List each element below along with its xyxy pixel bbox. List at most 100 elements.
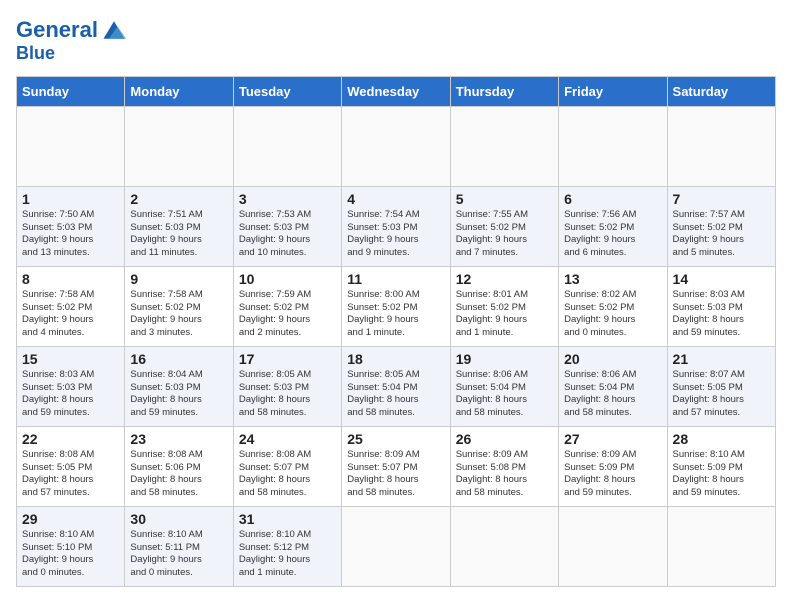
day-number: 15 [22, 351, 119, 367]
day-header-friday: Friday [559, 76, 667, 106]
calendar-cell: 29 Sunrise: 8:10 AM Sunset: 5:10 PM Dayli… [17, 506, 125, 586]
day-number: 1 [22, 191, 119, 207]
cell-content: Sunrise: 8:10 AM Sunset: 5:10 PM Dayligh… [22, 529, 119, 580]
page-header: General Blue [16, 16, 776, 64]
calendar-cell [667, 106, 775, 186]
day-number: 10 [239, 271, 336, 287]
day-number: 27 [564, 431, 661, 447]
day-number: 14 [673, 271, 770, 287]
cell-content: Sunrise: 8:03 AM Sunset: 5:03 PM Dayligh… [22, 369, 119, 420]
calendar-cell: 2Sunrise: 7:51 AM Sunset: 5:03 PM Daylig… [125, 186, 233, 266]
day-number: 29 [22, 511, 119, 527]
calendar-cell: 31Sunrise: 8:10 AM Sunset: 5:12 PM Dayli… [233, 506, 341, 586]
calendar-week-row: 8 Sunrise: 7:58 AM Sunset: 5:02 PM Daylig… [17, 266, 776, 346]
day-header-wednesday: Wednesday [342, 76, 450, 106]
day-number: 12 [456, 271, 553, 287]
calendar-cell: 8 Sunrise: 7:58 AM Sunset: 5:02 PM Daylig… [17, 266, 125, 346]
calendar-week-row: 1Sunrise: 7:50 AM Sunset: 5:03 PM Daylig… [17, 186, 776, 266]
calendar-cell: 13Sunrise: 8:02 AM Sunset: 5:02 PM Dayli… [559, 266, 667, 346]
cell-content: Sunrise: 7:54 AM Sunset: 5:03 PM Dayligh… [347, 209, 444, 260]
calendar-cell [667, 506, 775, 586]
day-number: 25 [347, 431, 444, 447]
day-number: 28 [673, 431, 770, 447]
calendar-cell: 19 Sunrise: 8:06 AM Sunset: 5:04 PM Dayli… [450, 346, 558, 426]
cell-content: Sunrise: 7:58 AM Sunset: 5:02 PM Dayligh… [22, 289, 119, 340]
calendar-table: SundayMondayTuesdayWednesdayThursdayFrid… [16, 76, 776, 587]
calendar-cell: 11 Sunrise: 8:00 AM Sunset: 5:02 PM Dayli… [342, 266, 450, 346]
calendar-cell: 14 Sunrise: 8:03 AM Sunset: 5:03 PM Dayli… [667, 266, 775, 346]
day-number: 9 [130, 271, 227, 287]
day-number: 17 [239, 351, 336, 367]
calendar-cell [559, 106, 667, 186]
cell-content: Sunrise: 8:06 AM Sunset: 5:04 PM Dayligh… [456, 369, 553, 420]
calendar-cell: 18Sunrise: 8:05 AM Sunset: 5:04 PM Dayli… [342, 346, 450, 426]
cell-content: Sunrise: 8:06 AM Sunset: 5:04 PM Dayligh… [564, 369, 661, 420]
cell-content: Sunrise: 7:51 AM Sunset: 5:03 PM Dayligh… [130, 209, 227, 260]
calendar-cell: 10 Sunrise: 7:59 AM Sunset: 5:02 PM Dayli… [233, 266, 341, 346]
logo-text: General [16, 18, 98, 42]
calendar-week-row: 29 Sunrise: 8:10 AM Sunset: 5:10 PM Dayli… [17, 506, 776, 586]
day-number: 18 [347, 351, 444, 367]
calendar-cell: 23 Sunrise: 8:08 AM Sunset: 5:06 PM Dayli… [125, 426, 233, 506]
calendar-cell: 28 Sunrise: 8:10 AM Sunset: 5:09 PM Dayli… [667, 426, 775, 506]
cell-content: Sunrise: 8:03 AM Sunset: 5:03 PM Dayligh… [673, 289, 770, 340]
calendar-cell: 25 Sunrise: 8:09 AM Sunset: 5:07 PM Dayli… [342, 426, 450, 506]
calendar-cell: 30Sunrise: 8:10 AM Sunset: 5:11 PM Dayli… [125, 506, 233, 586]
calendar-cell: 15 Sunrise: 8:03 AM Sunset: 5:03 PM Dayli… [17, 346, 125, 426]
day-number: 8 [22, 271, 119, 287]
calendar-cell: 6Sunrise: 7:56 AM Sunset: 5:02 PM Daylig… [559, 186, 667, 266]
day-number: 23 [130, 431, 227, 447]
cell-content: Sunrise: 8:07 AM Sunset: 5:05 PM Dayligh… [673, 369, 770, 420]
day-number: 6 [564, 191, 661, 207]
cell-content: Sunrise: 8:08 AM Sunset: 5:05 PM Dayligh… [22, 449, 119, 500]
calendar-cell: 27 Sunrise: 8:09 AM Sunset: 5:09 PM Dayli… [559, 426, 667, 506]
cell-content: Sunrise: 7:53 AM Sunset: 5:03 PM Dayligh… [239, 209, 336, 260]
calendar-cell [559, 506, 667, 586]
calendar-cell: 22Sunrise: 8:08 AM Sunset: 5:05 PM Dayli… [17, 426, 125, 506]
calendar-cell: 4Sunrise: 7:54 AM Sunset: 5:03 PM Daylig… [342, 186, 450, 266]
cell-content: Sunrise: 7:59 AM Sunset: 5:02 PM Dayligh… [239, 289, 336, 340]
cell-content: Sunrise: 8:08 AM Sunset: 5:06 PM Dayligh… [130, 449, 227, 500]
cell-content: Sunrise: 8:02 AM Sunset: 5:02 PM Dayligh… [564, 289, 661, 340]
calendar-cell [342, 106, 450, 186]
day-number: 19 [456, 351, 553, 367]
cell-content: Sunrise: 7:57 AM Sunset: 5:02 PM Dayligh… [673, 209, 770, 260]
day-number: 7 [673, 191, 770, 207]
calendar-cell: 5Sunrise: 7:55 AM Sunset: 5:02 PM Daylig… [450, 186, 558, 266]
cell-content: Sunrise: 8:05 AM Sunset: 5:03 PM Dayligh… [239, 369, 336, 420]
cell-content: Sunrise: 8:10 AM Sunset: 5:09 PM Dayligh… [673, 449, 770, 500]
calendar-cell: 24Sunrise: 8:08 AM Sunset: 5:07 PM Dayli… [233, 426, 341, 506]
day-headers-row: SundayMondayTuesdayWednesdayThursdayFrid… [17, 76, 776, 106]
calendar-week-row [17, 106, 776, 186]
calendar-cell: 9Sunrise: 7:58 AM Sunset: 5:02 PM Daylig… [125, 266, 233, 346]
cell-content: Sunrise: 8:01 AM Sunset: 5:02 PM Dayligh… [456, 289, 553, 340]
calendar-cell: 26Sunrise: 8:09 AM Sunset: 5:08 PM Dayli… [450, 426, 558, 506]
day-number: 16 [130, 351, 227, 367]
day-number: 11 [347, 271, 444, 287]
day-header-saturday: Saturday [667, 76, 775, 106]
calendar-cell [450, 106, 558, 186]
cell-content: Sunrise: 8:08 AM Sunset: 5:07 PM Dayligh… [239, 449, 336, 500]
calendar-cell: 16 Sunrise: 8:04 AM Sunset: 5:03 PM Dayli… [125, 346, 233, 426]
logo-text-blue: Blue [16, 44, 128, 64]
cell-content: Sunrise: 8:09 AM Sunset: 5:07 PM Dayligh… [347, 449, 444, 500]
cell-content: Sunrise: 8:00 AM Sunset: 5:02 PM Dayligh… [347, 289, 444, 340]
calendar-cell: 21Sunrise: 8:07 AM Sunset: 5:05 PM Dayli… [667, 346, 775, 426]
calendar-cell: 1Sunrise: 7:50 AM Sunset: 5:03 PM Daylig… [17, 186, 125, 266]
calendar-cell: 7 Sunrise: 7:57 AM Sunset: 5:02 PM Daylig… [667, 186, 775, 266]
day-header-thursday: Thursday [450, 76, 558, 106]
logo: General Blue [16, 16, 128, 64]
calendar-cell [125, 106, 233, 186]
calendar-cell: 12 Sunrise: 8:01 AM Sunset: 5:02 PM Dayli… [450, 266, 558, 346]
calendar-week-row: 15 Sunrise: 8:03 AM Sunset: 5:03 PM Dayli… [17, 346, 776, 426]
day-number: 5 [456, 191, 553, 207]
cell-content: Sunrise: 8:04 AM Sunset: 5:03 PM Dayligh… [130, 369, 227, 420]
cell-content: Sunrise: 8:10 AM Sunset: 5:11 PM Dayligh… [130, 529, 227, 580]
day-header-tuesday: Tuesday [233, 76, 341, 106]
day-header-monday: Monday [125, 76, 233, 106]
day-number: 26 [456, 431, 553, 447]
cell-content: Sunrise: 8:09 AM Sunset: 5:09 PM Dayligh… [564, 449, 661, 500]
calendar-cell [17, 106, 125, 186]
calendar-cell [450, 506, 558, 586]
logo-icon [100, 16, 128, 44]
